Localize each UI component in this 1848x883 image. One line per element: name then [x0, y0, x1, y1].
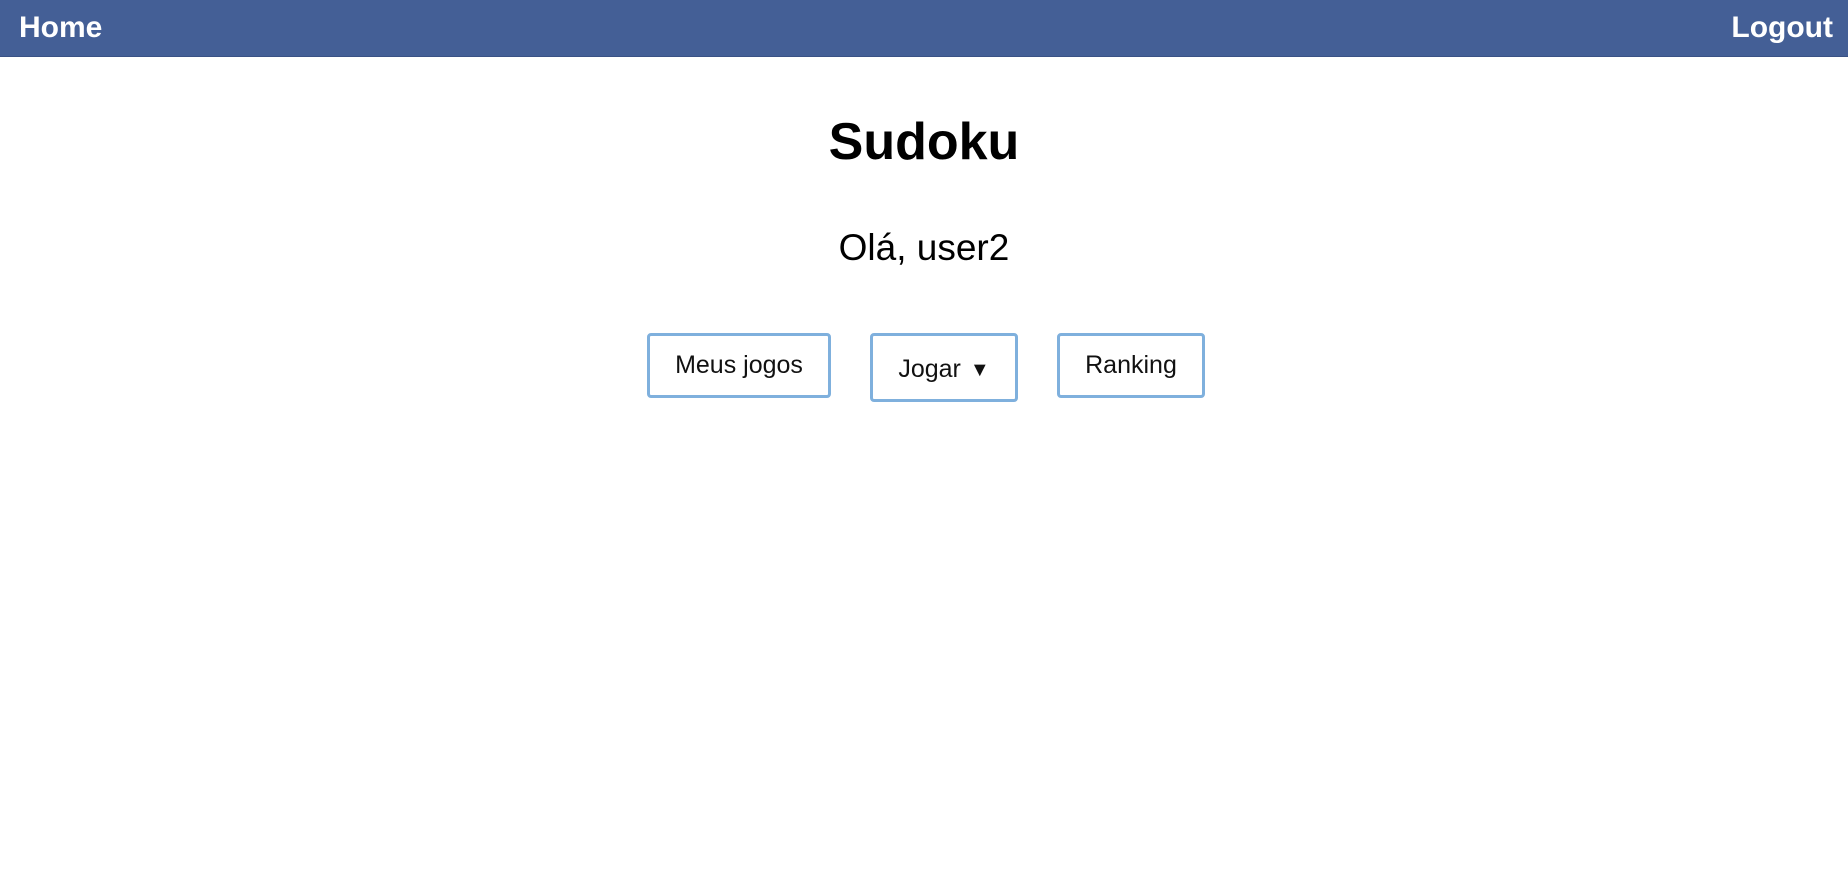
meus-jogos-button[interactable]: Meus jogos	[647, 333, 831, 398]
top-navbar: Home Logout	[0, 0, 1848, 57]
ranking-button[interactable]: Ranking	[1057, 333, 1205, 398]
logout-link[interactable]: Logout	[1731, 0, 1833, 56]
meus-jogos-label: Meus jogos	[675, 351, 803, 379]
ranking-label: Ranking	[1085, 351, 1177, 379]
jogar-label: Jogar	[898, 355, 961, 383]
greeting-text: Olá, user2	[838, 227, 1010, 268]
page-title: Sudoku	[828, 113, 1020, 171]
caret-down-icon: ▼	[969, 359, 990, 381]
home-link[interactable]: Home	[19, 0, 102, 56]
jogar-dropdown-button[interactable]: Jogar ▼	[870, 333, 1018, 402]
